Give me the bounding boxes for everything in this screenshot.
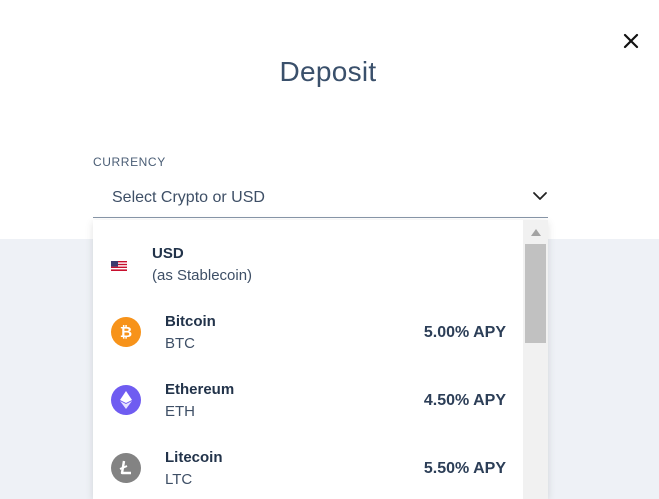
option-ticker: BTC: [165, 335, 195, 352]
option-bitcoin[interactable]: ₿ Bitcoin BTC 5.00% APY: [93, 300, 523, 368]
option-name: Ethereum: [165, 381, 235, 398]
svg-text:₿: ₿: [120, 323, 132, 341]
option-name: Litecoin: [165, 449, 223, 466]
dropdown-scrollbar[interactable]: [523, 220, 548, 499]
scroll-up-button[interactable]: [523, 226, 548, 238]
option-ethereum[interactable]: Ethereum ETH 4.50% APY: [93, 368, 523, 436]
us-flag-icon: [111, 261, 127, 271]
option-name: USD: [152, 245, 184, 262]
option-ticker: ETH: [165, 403, 195, 420]
currency-label: CURRENCY: [93, 155, 166, 169]
currency-dropdown: USD (as Stablecoin) ₿ Bitcoin BTC 5.00% …: [93, 220, 548, 499]
close-button[interactable]: [619, 29, 643, 53]
scrollbar-thumb[interactable]: [525, 244, 546, 343]
option-apy: 4.50% APY: [423, 392, 506, 409]
option-usd[interactable]: USD (as Stablecoin): [93, 232, 523, 300]
option-name: Bitcoin: [165, 313, 216, 330]
litecoin-icon: [111, 453, 141, 483]
ethereum-icon: [111, 385, 141, 415]
option-subtitle: (as Stablecoin): [152, 267, 253, 284]
bitcoin-icon: ₿: [111, 317, 141, 347]
currency-select[interactable]: Select Crypto or USD: [93, 178, 548, 218]
option-apy: 5.00% APY: [423, 324, 506, 341]
chevron-down-icon: [533, 192, 547, 200]
modal-title: Deposit: [279, 56, 377, 87]
option-ticker: LTC: [165, 471, 193, 488]
scroll-up-arrow-icon: [530, 228, 541, 236]
option-litecoin[interactable]: Litecoin LTC 5.50% APY: [93, 436, 523, 499]
close-icon: [623, 33, 639, 49]
option-apy: 5.50% APY: [423, 460, 506, 477]
currency-select-placeholder: Select Crypto or USD: [112, 189, 265, 206]
